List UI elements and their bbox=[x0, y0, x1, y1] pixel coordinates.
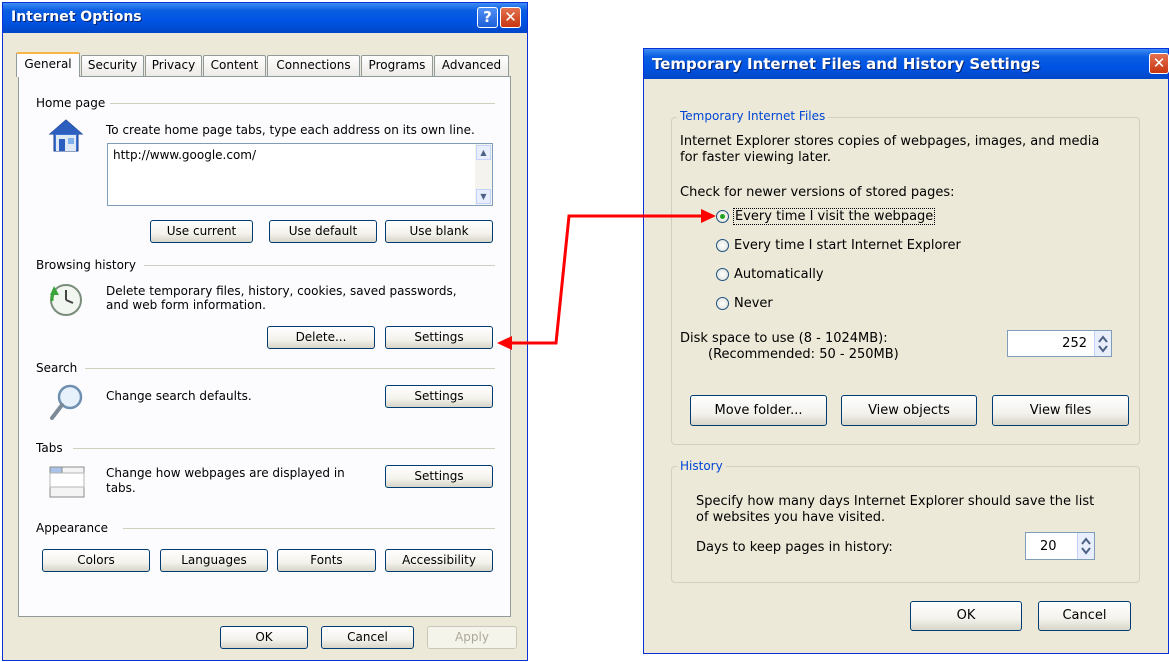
connector-arrow bbox=[497, 209, 716, 350]
tab-general[interactable]: General bbox=[16, 52, 80, 77]
